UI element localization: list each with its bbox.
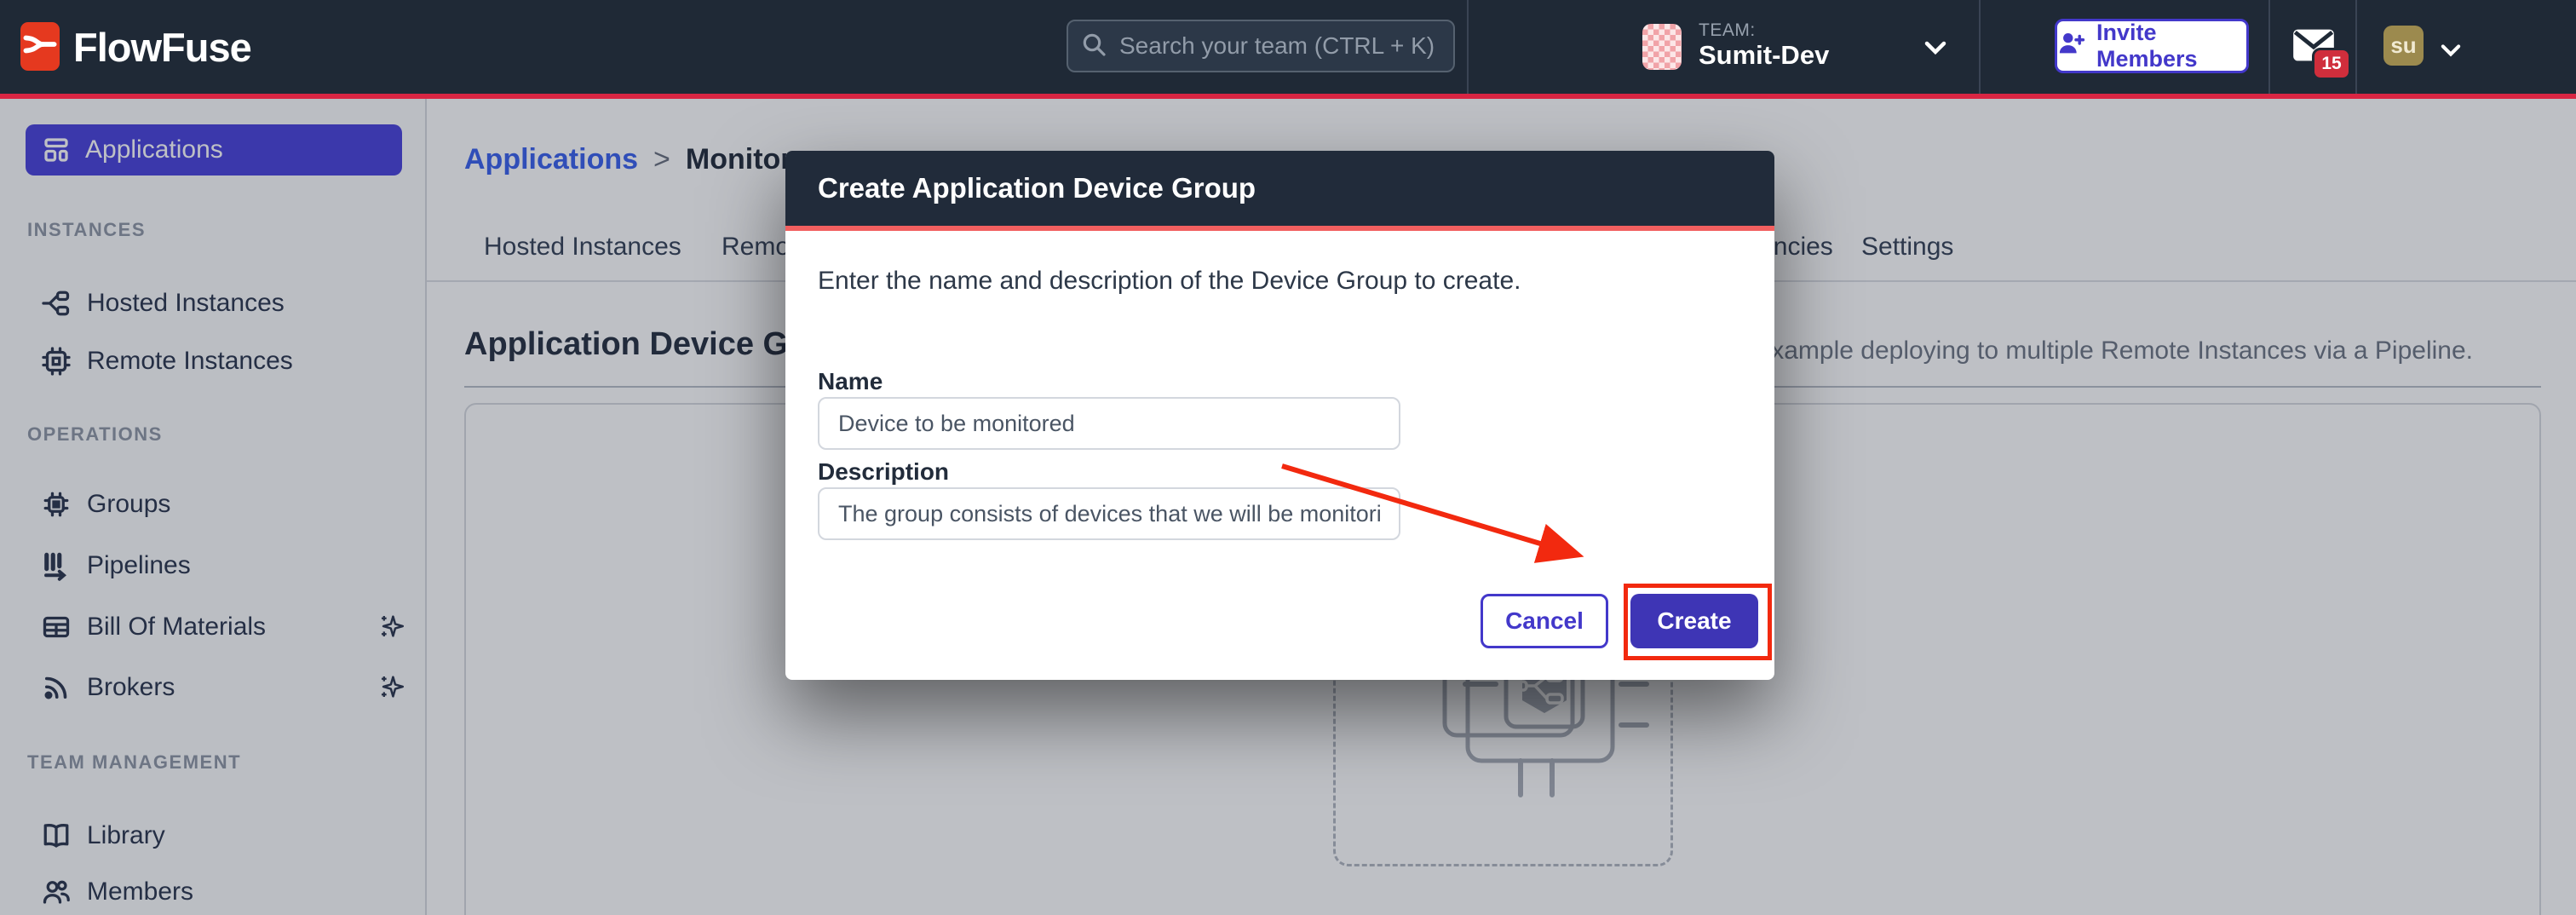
- search-icon: [1080, 31, 1107, 62]
- nav-divider: [2268, 0, 2270, 94]
- annotation-highlight-box: [1624, 584, 1772, 660]
- brand-title: FlowFuse: [73, 0, 251, 94]
- dialog-body-text: Enter the name and description of the De…: [818, 267, 1521, 296]
- top-navbar: FlowFuse TEAM: Sumit-Dev Invit: [0, 0, 2576, 99]
- name-input[interactable]: [818, 397, 1400, 450]
- cancel-button[interactable]: Cancel: [1481, 594, 1608, 648]
- dialog-header-accent: [785, 226, 1774, 231]
- invite-members-label: Invite Members: [2096, 20, 2246, 72]
- team-name: Sumit-Dev: [1699, 40, 1829, 71]
- team-avatar[interactable]: [1642, 24, 1682, 70]
- fork-icon: [23, 27, 57, 66]
- flowfuse-logo[interactable]: [20, 22, 60, 71]
- description-field-label: Description: [818, 458, 949, 486]
- dialog-title: Create Application Device Group: [785, 151, 1774, 226]
- user-chevron-down-icon[interactable]: [2438, 41, 2464, 64]
- nav-divider: [1979, 0, 1981, 94]
- name-field-label: Name: [818, 368, 883, 395]
- notification-count-badge: 15: [2312, 48, 2351, 80]
- nav-divider: [2355, 0, 2357, 94]
- team-chevron-down-icon[interactable]: [1922, 37, 1949, 62]
- search-input[interactable]: [1118, 32, 1441, 60]
- nav-divider: [1467, 0, 1469, 94]
- user-avatar[interactable]: su: [2383, 26, 2424, 66]
- flowfuse-app: FlowFuse TEAM: Sumit-Dev Invit: [0, 0, 2576, 915]
- invite-members-button[interactable]: Invite Members: [2055, 19, 2249, 73]
- annotation-arrow: [1261, 452, 1619, 584]
- team-label: TEAM:: [1699, 20, 1756, 41]
- user-plus-icon: [2057, 29, 2086, 64]
- team-search[interactable]: [1067, 20, 1455, 72]
